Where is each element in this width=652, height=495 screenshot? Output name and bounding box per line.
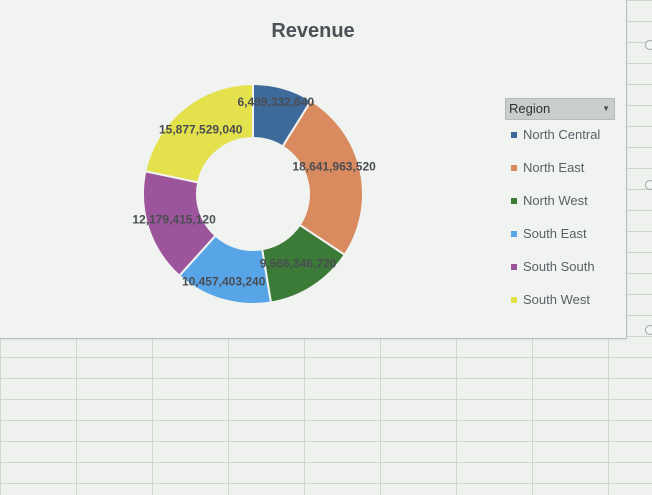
legend-label: South South (523, 259, 595, 274)
legend-label: North East (523, 160, 585, 175)
legend-swatch-icon (511, 165, 517, 171)
legend-item[interactable]: North West (505, 193, 615, 221)
chart-area[interactable]: Revenue 6,489,332,640 18,641,963,520 9,566… (0, 0, 627, 339)
resize-handle-right-middle[interactable] (645, 180, 652, 190)
legend-swatch-icon (511, 132, 517, 138)
legend-item[interactable]: South West (505, 292, 615, 320)
legend-item[interactable]: South East (505, 226, 615, 254)
legend-label: South West (523, 292, 590, 307)
data-label: 12,179,415,120 (132, 213, 216, 227)
legend-label: North Central (523, 127, 601, 142)
legend-title: Region (509, 101, 551, 116)
legend-label: South East (523, 226, 587, 241)
data-label: 6,489,332,640 (237, 95, 314, 109)
legend-item[interactable]: North Central (505, 127, 615, 155)
legend-filter-dropdown[interactable]: Region ▼ (505, 98, 615, 120)
data-label: 10,457,403,240 (182, 275, 266, 289)
legend[interactable]: Region ▼ North Central North East North We… (505, 98, 615, 320)
resize-handle-right-top[interactable] (645, 40, 652, 50)
legend-item[interactable]: South South (505, 259, 615, 287)
data-label: 9,566,346,720 (260, 257, 337, 271)
legend-swatch-icon (511, 297, 517, 303)
resize-handle-right-bottom[interactable] (645, 325, 652, 335)
legend-swatch-icon (511, 198, 517, 204)
legend-swatch-icon (511, 231, 517, 237)
legend-item[interactable]: North East (505, 160, 615, 188)
legend-label: North West (523, 193, 588, 208)
data-label: 15,877,529,040 (159, 123, 243, 137)
chevron-down-icon[interactable]: ▼ (602, 99, 610, 119)
legend-swatch-icon (511, 264, 517, 270)
data-label: 18,641,963,520 (292, 159, 376, 173)
